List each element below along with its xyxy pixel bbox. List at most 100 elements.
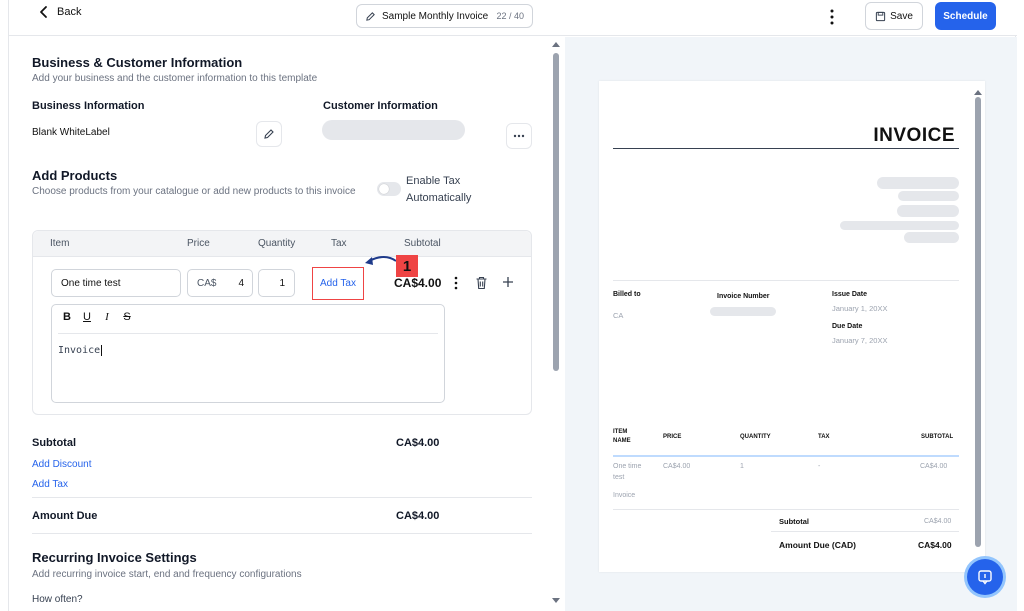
subtotal-value: CA$4.00: [396, 437, 440, 449]
edit-business-button[interactable]: [256, 121, 282, 147]
item-name-input[interactable]: One time test: [51, 269, 181, 297]
underline-button[interactable]: U: [82, 311, 92, 323]
add-discount-link[interactable]: Add Discount: [32, 459, 91, 470]
divider: [613, 280, 959, 281]
enable-tax-toggle[interactable]: [377, 182, 401, 196]
preview-col-subtotal: SUBTOTAL: [921, 434, 954, 440]
scroll-up-icon[interactable]: [552, 41, 560, 47]
row-subtotal: CA$4.00: [394, 276, 442, 290]
form-scroll-thumb[interactable]: [553, 53, 559, 371]
preview-item-tax: -: [818, 463, 821, 470]
add-tax-link[interactable]: Add Tax: [32, 479, 68, 490]
business-info-label: Business Information: [32, 100, 145, 112]
column-price: Price: [187, 238, 210, 249]
schedule-label: Schedule: [943, 10, 988, 22]
due-date-label: Due Date: [832, 323, 863, 330]
description-editor[interactable]: B U I S Invoice: [51, 304, 445, 403]
amount-due-value: CA$4.00: [396, 510, 440, 522]
products-table: Item Price Quantity Tax Subtotal One tim…: [32, 230, 532, 415]
chevron-left-icon: [40, 6, 47, 18]
column-tax: Tax: [331, 238, 347, 249]
preview-col-quantity: QUANTITY: [740, 434, 771, 440]
italic-button[interactable]: I: [102, 311, 112, 323]
preview-item-quantity: 1: [740, 463, 744, 470]
invoice-number-label: Invoice Number: [717, 293, 770, 300]
issue-date-value: January 1, 20XX: [832, 304, 888, 313]
enable-tax-label: Enable Tax Automatically: [406, 175, 472, 204]
preview-scrollbar[interactable]: [973, 89, 983, 549]
title-rule: [613, 148, 959, 149]
template-name-field[interactable]: Sample Monthly Invoice 22 / 40: [356, 4, 533, 28]
invoice-preview: INVOICE Billed to CA Invoice Number Issu…: [599, 81, 985, 572]
char-count: 22 / 40: [496, 11, 524, 21]
preview-item-subtotal: CA$4.00: [920, 463, 948, 470]
recurring-subtitle: Add recurring invoice start, end and fre…: [32, 569, 302, 580]
add-tax-row-label: Add Tax: [320, 278, 356, 289]
description-text: Invoice: [58, 345, 103, 356]
app-window: Back Sample Monthly Invoice 22 / 40 Save…: [8, 0, 1017, 611]
save-button[interactable]: Save: [865, 2, 923, 30]
trash-icon[interactable]: [475, 276, 488, 290]
item-name-value: One time test: [61, 277, 121, 289]
preview-subtotal-value: CA$4.00: [924, 518, 952, 525]
billed-to-value: CA: [613, 311, 624, 320]
business-address-placeholder: [840, 221, 959, 230]
more-options-icon[interactable]: [826, 8, 838, 26]
preview-item-description: Invoice: [613, 492, 636, 499]
column-quantity: Quantity: [258, 238, 296, 249]
invoice-title: INVOICE: [873, 125, 955, 146]
preview-item-price: CA$4.00: [663, 463, 691, 470]
divider: [613, 509, 959, 510]
add-tax-row-button[interactable]: Add Tax: [312, 267, 364, 300]
preview-col-tax: TAX: [818, 434, 830, 440]
preview-subtotal-label: Subtotal: [779, 517, 809, 526]
form-scrollbar[interactable]: [551, 37, 561, 611]
annotation-badge: 1: [396, 255, 418, 277]
schedule-button[interactable]: Schedule: [935, 2, 996, 30]
header-underline: [613, 455, 959, 457]
plus-icon[interactable]: [502, 276, 514, 288]
preview-scroll-thumb[interactable]: [975, 97, 981, 547]
strikethrough-button[interactable]: S: [122, 311, 132, 323]
preview-item-name: One time test: [613, 463, 642, 481]
quantity-input[interactable]: 1: [258, 269, 295, 297]
back-button[interactable]: Back: [37, 5, 81, 19]
business-customer-title: Business & Customer Information: [32, 55, 243, 70]
row-more-icon[interactable]: [453, 276, 459, 290]
column-subtotal: Subtotal: [404, 238, 441, 249]
bold-button[interactable]: B: [62, 311, 72, 323]
business-address-placeholder: [877, 177, 959, 189]
scroll-up-icon[interactable]: [974, 89, 982, 95]
business-address-placeholder: [897, 205, 959, 217]
preview-amount-due-value: CA$4.00: [918, 540, 952, 550]
business-address-placeholder: [898, 191, 959, 201]
editor-divider: [58, 333, 438, 334]
business-name: Blank WhiteLabel: [32, 127, 110, 138]
price-currency: CA$: [197, 277, 217, 289]
ellipsis-icon: [513, 134, 525, 138]
price-input[interactable]: CA$ 4: [187, 269, 253, 297]
scroll-down-icon[interactable]: [552, 598, 560, 604]
preview-amount-due-label: Amount Due (CAD): [779, 540, 856, 550]
divider: [32, 497, 532, 498]
billed-to-label: Billed to: [613, 291, 641, 298]
help-chat-button[interactable]: [967, 559, 1003, 595]
customer-placeholder: [322, 120, 465, 140]
save-label: Save: [890, 10, 913, 22]
price-value: 4: [238, 277, 244, 289]
customer-options-button[interactable]: [506, 123, 532, 149]
add-products-title: Add Products: [32, 168, 118, 183]
chat-icon: [978, 570, 992, 585]
recurring-title: Recurring Invoice Settings: [32, 550, 197, 565]
divider: [32, 533, 532, 534]
invoice-preview-panel: INVOICE Billed to CA Invoice Number Issu…: [565, 37, 1017, 611]
quantity-value: 1: [279, 277, 285, 289]
back-label: Back: [57, 6, 82, 18]
template-name: Sample Monthly Invoice: [382, 10, 489, 22]
issue-date-label: Issue Date: [832, 291, 868, 298]
editor-toolbar: B U I S: [62, 311, 132, 323]
pencil-icon: [264, 129, 274, 139]
preview-col-price: PRICE: [663, 434, 682, 440]
how-often-label: How often?: [32, 594, 83, 605]
add-products-subtitle: Choose products from your catalogue or a…: [32, 186, 356, 197]
